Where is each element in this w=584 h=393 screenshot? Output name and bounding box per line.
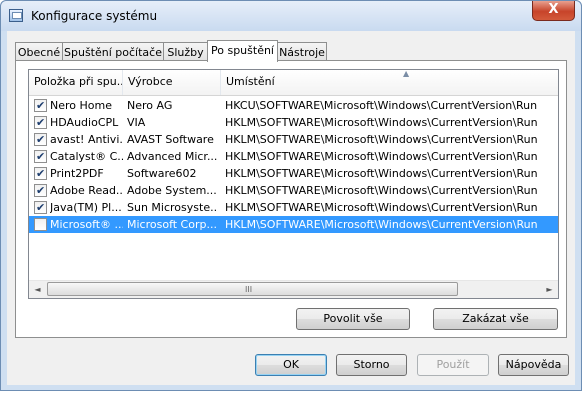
item-name: HDAudioCPL bbox=[50, 116, 119, 129]
tab-startup[interactable]: Po spuštění bbox=[207, 40, 278, 62]
item-vendor: VIA bbox=[127, 116, 146, 129]
item-name: Catalyst® C... bbox=[50, 150, 123, 163]
item-name: Adobe Read... bbox=[50, 184, 123, 197]
enable-all-button[interactable]: Povolit vše bbox=[296, 308, 410, 330]
item-vendor: Microsoft Corp... bbox=[127, 218, 217, 231]
startup-item-checkbox[interactable] bbox=[34, 165, 47, 182]
item-name: Java(TM) Pl... bbox=[50, 201, 122, 214]
dialog-window: Konfigurace systému X Obecné Spuštění po… bbox=[0, 0, 582, 391]
item-vendor: Advanced Micr... bbox=[127, 150, 217, 163]
horizontal-scrollbar[interactable]: ◄ III ► bbox=[29, 280, 558, 298]
column-header-item[interactable]: Položka při spu... bbox=[29, 70, 123, 95]
item-name: Microsoft® ... bbox=[50, 218, 123, 231]
window-title: Konfigurace systému bbox=[31, 9, 158, 23]
startup-item-checkbox[interactable] bbox=[34, 148, 47, 165]
item-vendor: Software602 bbox=[127, 167, 197, 180]
startup-tab-panel: Položka při spu... Výrobce Umístění ▲ Ne… bbox=[15, 60, 567, 338]
list-row[interactable]: Adobe Read... Adobe System... HKLM\SOFTW… bbox=[29, 182, 558, 199]
item-location: HKLM\SOFTWARE\Microsoft\Windows\CurrentV… bbox=[225, 150, 538, 163]
help-button[interactable]: Nápověda bbox=[498, 354, 569, 376]
startup-item-checkbox[interactable] bbox=[34, 199, 47, 216]
item-location: HKLM\SOFTWARE\Microsoft\Windows\CurrentV… bbox=[225, 116, 538, 129]
item-location: HKLM\SOFTWARE\Microsoft\Windows\CurrentV… bbox=[225, 167, 538, 180]
list-header: Položka při spu... Výrobce Umístění ▲ bbox=[29, 70, 558, 96]
cancel-button[interactable]: Storno bbox=[336, 354, 407, 376]
item-vendor: Nero AG bbox=[127, 99, 173, 112]
item-name: Nero Home bbox=[50, 99, 112, 112]
startup-item-checkbox[interactable] bbox=[34, 97, 47, 114]
sort-ascending-icon: ▲ bbox=[403, 69, 410, 78]
ok-button[interactable]: OK bbox=[255, 354, 327, 376]
scroll-left-icon[interactable]: ◄ bbox=[29, 281, 46, 298]
scrollbar-thumb[interactable]: III bbox=[47, 282, 458, 296]
tab-general[interactable]: Obecné bbox=[15, 42, 63, 61]
list-row[interactable]: Nero Home Nero AG HKCU\SOFTWARE\Microsof… bbox=[29, 97, 558, 114]
scrollbar-grip-icon: III bbox=[245, 285, 253, 294]
item-vendor: Sun Microsyste... bbox=[127, 201, 217, 214]
startup-item-checkbox[interactable] bbox=[34, 114, 47, 131]
item-name: avast! Antivi... bbox=[50, 133, 123, 146]
item-name: Print2PDF bbox=[50, 167, 104, 180]
item-location: HKLM\SOFTWARE\Microsoft\Windows\CurrentV… bbox=[225, 133, 538, 146]
dialog-client-area: Obecné Spuštění počítače Služby Po spušt… bbox=[7, 31, 575, 385]
startup-items-list[interactable]: Položka při spu... Výrobce Umístění ▲ Ne… bbox=[28, 69, 559, 299]
column-header-vendor[interactable]: Výrobce bbox=[123, 70, 221, 95]
startup-item-checkbox[interactable] bbox=[34, 218, 47, 231]
startup-item-checkbox[interactable] bbox=[34, 131, 47, 148]
item-location: HKLM\SOFTWARE\Microsoft\Windows\CurrentV… bbox=[225, 201, 538, 214]
list-row[interactable]: Print2PDF Software602 HKLM\SOFTWARE\Micr… bbox=[29, 165, 558, 182]
list-row[interactable]: avast! Antivi... AVAST Software HKLM\SOF… bbox=[29, 131, 558, 148]
column-header-location[interactable]: Umístění bbox=[221, 70, 558, 95]
tab-tools[interactable]: Nástroje bbox=[277, 42, 327, 61]
tab-boot[interactable]: Spuštění počítače bbox=[62, 42, 164, 61]
disable-all-button[interactable]: Zakázat vše bbox=[433, 308, 558, 330]
msconfig-app-icon bbox=[9, 9, 23, 22]
list-row[interactable]: HDAudioCPL VIA HKLM\SOFTWARE\Microsoft\W… bbox=[29, 114, 558, 131]
tab-services[interactable]: Služby bbox=[163, 42, 208, 61]
list-row-selected[interactable]: Microsoft® ... Microsoft Corp... HKLM\SO… bbox=[29, 216, 558, 233]
item-location: HKLM\SOFTWARE\Microsoft\Windows\CurrentV… bbox=[225, 218, 538, 231]
scroll-right-icon[interactable]: ► bbox=[541, 281, 558, 298]
list-row[interactable]: Java(TM) Pl... Sun Microsyste... HKLM\SO… bbox=[29, 199, 558, 216]
item-vendor: Adobe System... bbox=[127, 184, 217, 197]
startup-item-checkbox[interactable] bbox=[34, 182, 47, 199]
close-button[interactable]: X bbox=[532, 1, 575, 21]
list-row[interactable]: Catalyst® C... Advanced Micr... HKLM\SOF… bbox=[29, 148, 558, 165]
item-vendor: AVAST Software bbox=[127, 133, 214, 146]
item-location: HKCU\SOFTWARE\Microsoft\Windows\CurrentV… bbox=[225, 99, 538, 112]
item-location: HKLM\SOFTWARE\Microsoft\Windows\CurrentV… bbox=[225, 184, 538, 197]
apply-button[interactable]: Použít bbox=[417, 354, 489, 376]
title-bar[interactable]: Konfigurace systému X bbox=[1, 1, 581, 31]
